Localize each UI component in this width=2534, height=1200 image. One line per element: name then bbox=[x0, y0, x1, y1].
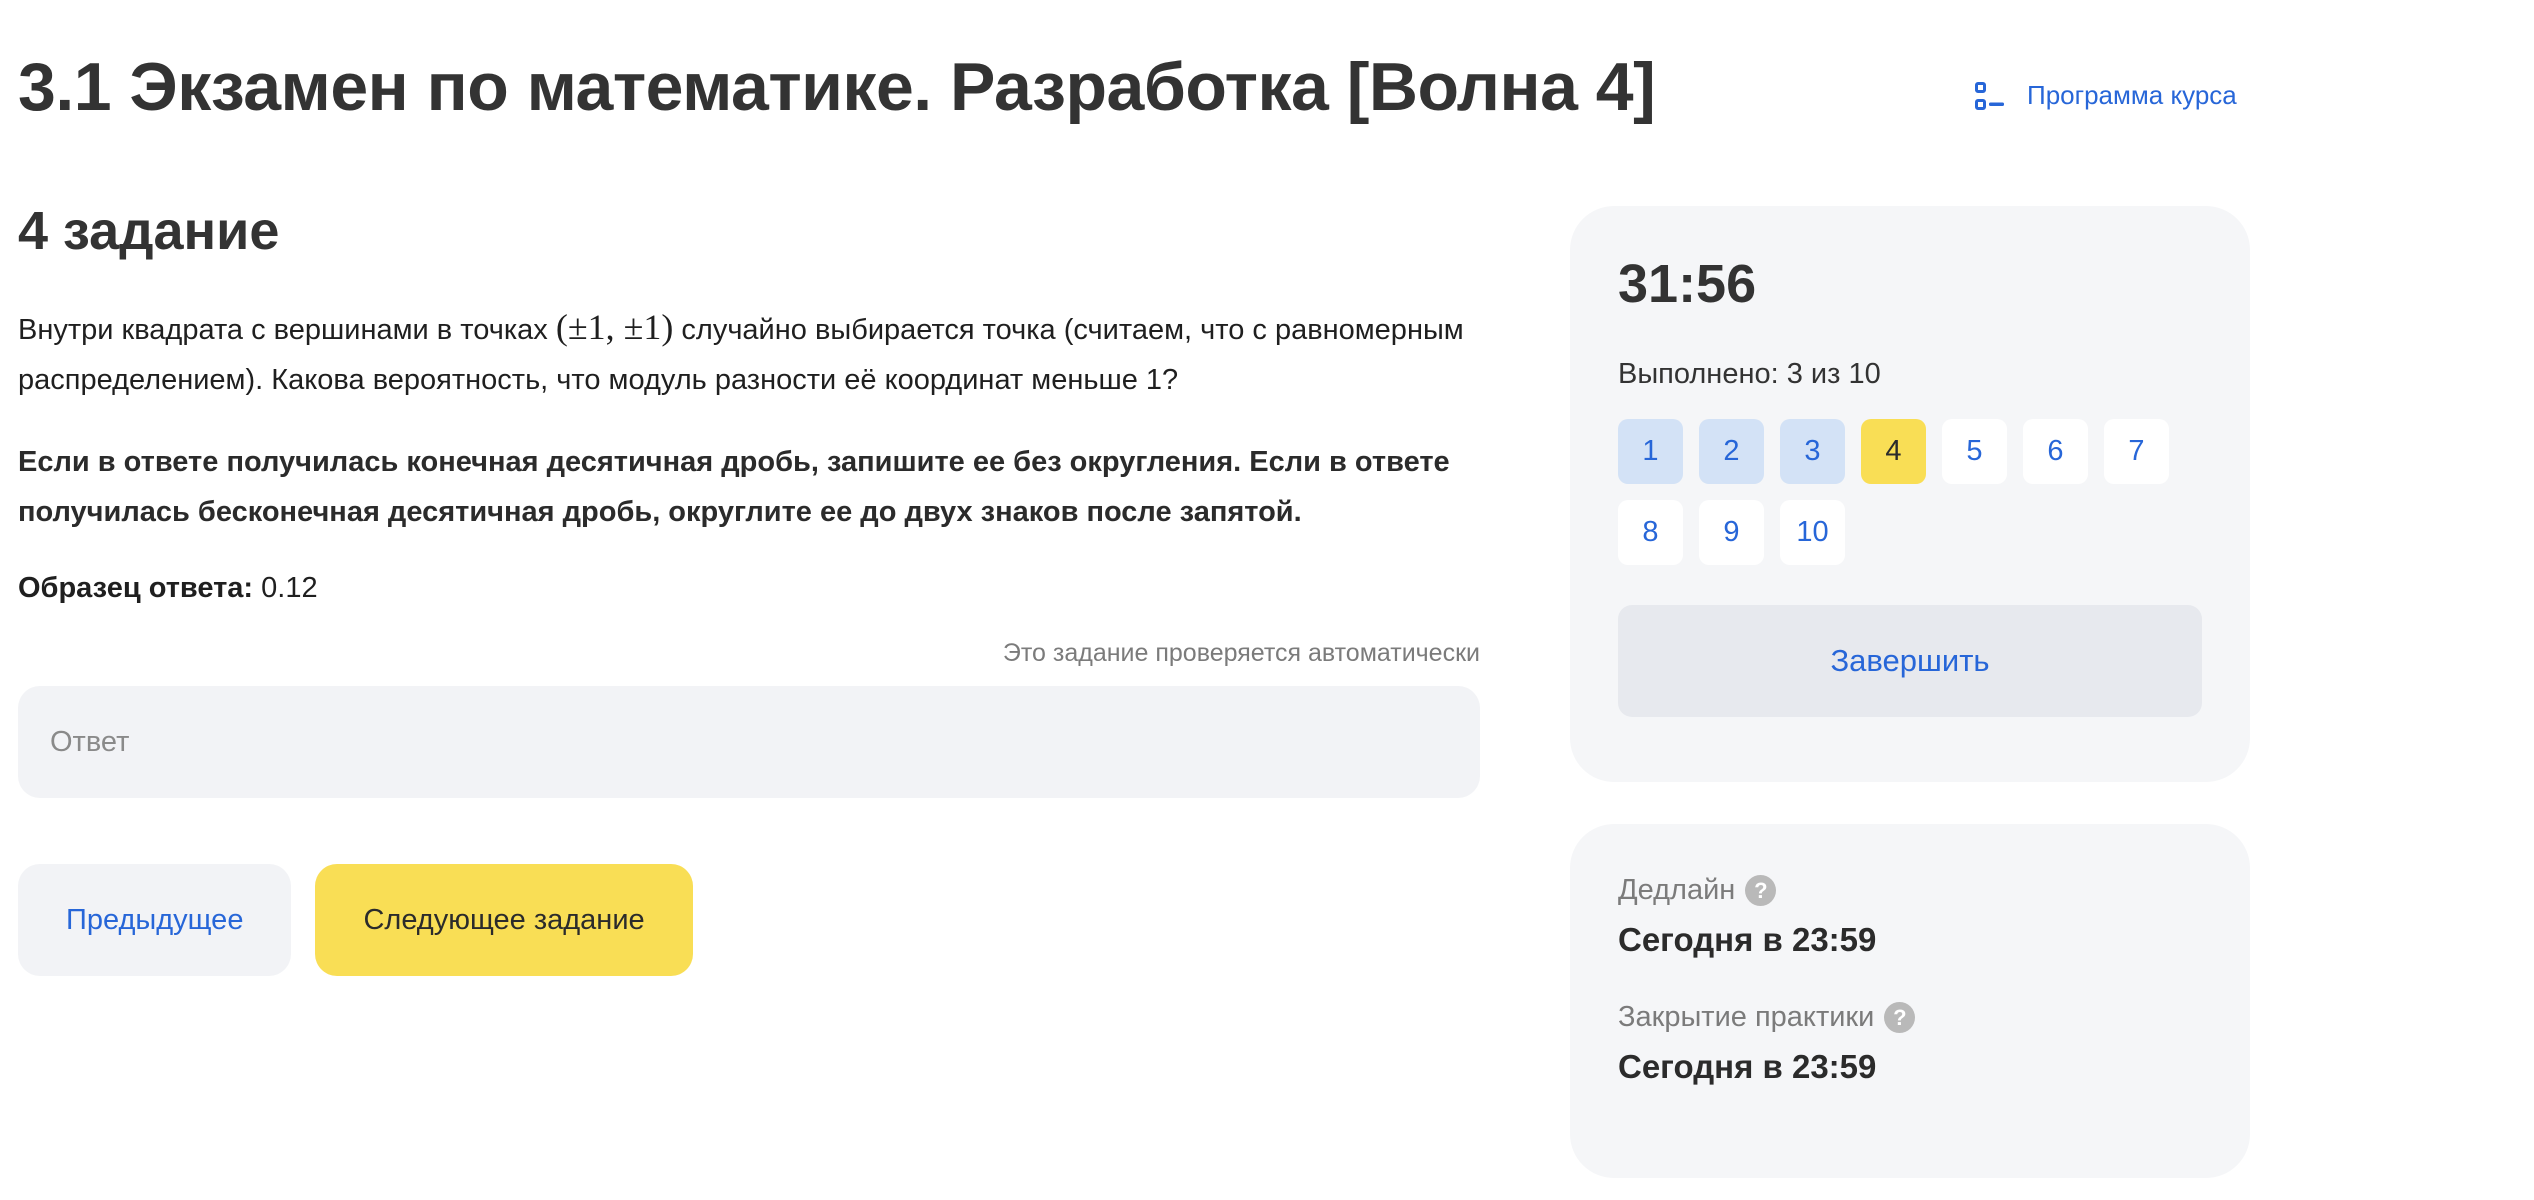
task-text-start: Внутри квадрата с вершинами в точках bbox=[18, 314, 556, 346]
question-circle-icon[interactable]: ? bbox=[1884, 1002, 1916, 1033]
task-number-button[interactable]: 8 bbox=[1618, 500, 1683, 565]
task-number-button[interactable]: 2 bbox=[1699, 419, 1764, 484]
answer-sample-label: Образец ответа: bbox=[18, 572, 254, 604]
task-number-button[interactable]: 10 bbox=[1780, 500, 1845, 565]
practice-close-block: Закрытие практики ? Сегодня в 23:59 bbox=[1618, 1001, 2202, 1086]
timer: 31:56 bbox=[1618, 254, 1757, 314]
deadline-label: Дедлайн bbox=[1618, 874, 1736, 906]
progress-text: Выполнено: 3 из 10 bbox=[1618, 358, 1881, 390]
answer-input[interactable] bbox=[18, 686, 1480, 798]
list-icon bbox=[1975, 81, 2005, 111]
task-number-button[interactable]: 9 bbox=[1699, 500, 1764, 565]
task-number-button[interactable]: 7 bbox=[2104, 419, 2169, 484]
task-number-button[interactable]: 1 bbox=[1618, 419, 1683, 484]
deadline-label-row: Дедлайн ? bbox=[1618, 874, 2202, 907]
finish-button[interactable]: Завершить bbox=[1618, 605, 2202, 717]
task-navigation: Предыдущее Следующее задание bbox=[18, 864, 1480, 976]
task-number-button[interactable]: 6 bbox=[2023, 419, 2088, 484]
task-number-button[interactable]: 5 bbox=[1942, 419, 2007, 484]
question-circle-icon[interactable]: ? bbox=[1745, 875, 1777, 906]
task-number-button[interactable]: 3 bbox=[1780, 419, 1845, 484]
task-math: (±1, ±1) bbox=[555, 307, 674, 347]
deadline-value: Сегодня в 23:59 bbox=[1618, 921, 1877, 958]
task-heading: 4 задание bbox=[18, 201, 280, 261]
answer-sample: Образец ответа: 0.12 bbox=[18, 567, 1480, 609]
next-task-button[interactable]: Следующее задание bbox=[315, 864, 693, 976]
answer-sample-value: 0.12 bbox=[261, 572, 318, 604]
auto-check-note: Это задание проверяется автоматически bbox=[1002, 639, 1480, 667]
task-number-button[interactable]: 4 bbox=[1861, 419, 1926, 484]
task-note: Если в ответе получилась конечная десяти… bbox=[18, 446, 1450, 528]
practice-close-value: Сегодня в 23:59 bbox=[1618, 1048, 1877, 1085]
page-title: 3.1 Экзамен по математике. Разработка [В… bbox=[18, 49, 1656, 125]
deadlines-card: Дедлайн ? Сегодня в 23:59 Закрытие практ… bbox=[1570, 824, 2250, 1178]
task-area: 4 задание Внутри квадрата с вершинами в … bbox=[18, 200, 1480, 976]
course-program-link[interactable]: Программа курса bbox=[1975, 80, 2237, 111]
previous-button[interactable]: Предыдущее bbox=[18, 864, 292, 976]
practice-close-label: Закрытие практики bbox=[1618, 1001, 1875, 1033]
exam-progress-card: 31:56 Выполнено: 3 из 10 1 2 3 4 5 6 7 8… bbox=[1570, 206, 2250, 782]
task-number-grid: 1 2 3 4 5 6 7 8 9 10 bbox=[1618, 419, 2202, 565]
course-program-label: Программа курса bbox=[2027, 80, 2237, 110]
task-text: Внутри квадрата с вершинами в точках (±1… bbox=[18, 302, 1480, 405]
deadline-block: Дедлайн ? Сегодня в 23:59 bbox=[1618, 874, 2202, 959]
practice-close-label-row: Закрытие практики ? bbox=[1618, 1001, 2202, 1034]
